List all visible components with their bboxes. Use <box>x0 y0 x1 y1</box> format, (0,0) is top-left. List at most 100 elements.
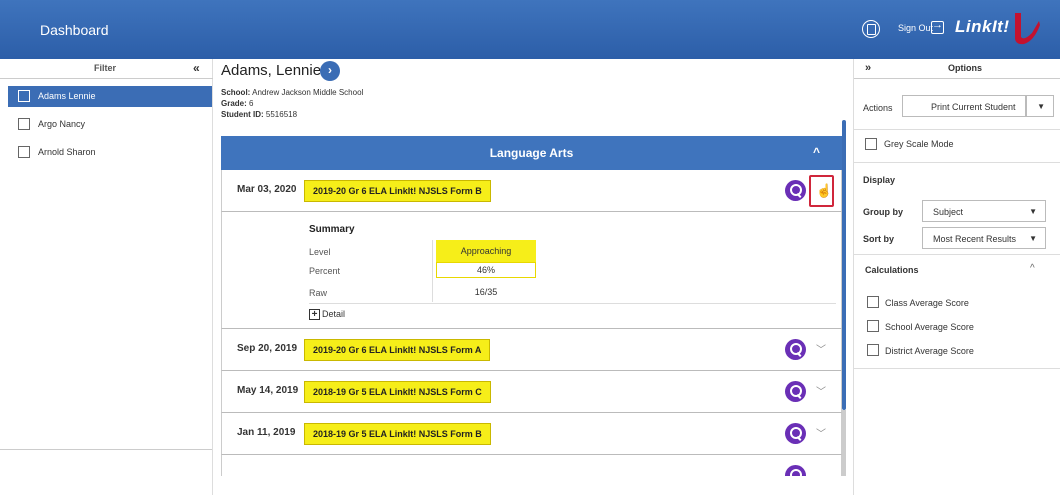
search-icon[interactable] <box>785 180 806 201</box>
student-checkbox[interactable] <box>18 90 30 102</box>
test-name-link[interactable]: 2019-20 Gr 6 ELA LinkIt! NJSLS Form A <box>304 339 491 361</box>
test-name-link[interactable]: 2019-20 Gr 6 ELA LinkIt! NJSLS Form B <box>304 180 491 202</box>
options-divider <box>854 162 1060 163</box>
actions-dropdown-button[interactable]: ▼ <box>1026 95 1054 117</box>
student-list-name: Adams Lennie <box>38 91 96 101</box>
actions-select[interactable]: Print Current Student <box>902 95 1026 117</box>
linkit-logo-text: LinkIt! <box>955 17 1010 36</box>
sign-out-icon[interactable] <box>931 19 944 34</box>
caret-down-icon: ▼ <box>1029 207 1037 216</box>
pdf-icon[interactable] <box>862 20 880 38</box>
level-label: Level <box>309 247 331 257</box>
student-checkbox[interactable] <box>18 118 30 130</box>
top-bar: Dashboard Sign Out LinkIt! <box>0 0 1060 59</box>
scrollbar-track[interactable] <box>842 410 846 476</box>
actions-label: Actions <box>863 103 893 113</box>
options-panel: » Options Actions Print Current Student … <box>853 59 1060 495</box>
collapse-filter-icon[interactable]: « <box>193 61 200 75</box>
chevron-down-icon[interactable]: ﹀ <box>816 341 826 356</box>
expand-options-icon[interactable]: » <box>865 62 871 74</box>
options-title: Options <box>948 63 982 73</box>
actions-select-value: Print Current Student <box>931 102 1016 112</box>
level-value: Approaching <box>436 240 536 262</box>
subject-title: Language Arts <box>489 146 574 160</box>
results-scroll-area[interactable]: Language Arts ^ Mar 03, 2020 2019-20 Gr … <box>221 136 848 476</box>
school-info: School: Andrew Jackson Middle School <box>221 88 364 97</box>
class-average-checkbox[interactable] <box>867 296 879 308</box>
detail-toggle[interactable]: + Detail <box>309 309 346 321</box>
district-average-label: District Average Score <box>885 346 974 356</box>
result-date: Mar 03, 2020 <box>237 184 297 195</box>
collapse-subject-icon[interactable]: ^ <box>813 145 820 159</box>
result-date: Jan 11, 2019 <box>237 427 296 438</box>
sort-by-label: Sort by <box>863 234 895 244</box>
filter-panel: Filter « Adams Lennie Argo Nancy Arnold … <box>0 59 213 495</box>
student-list-item[interactable]: Adams Lennie <box>8 86 212 107</box>
sort-by-select[interactable]: Most Recent Results ▼ <box>922 227 1046 249</box>
calculations-label[interactable]: Calculations <box>865 265 919 275</box>
caret-down-icon: ▼ <box>1037 102 1045 111</box>
test-name-link[interactable]: 2018-19 Gr 5 ELA LinkIt! NJSLS Form B <box>304 423 491 445</box>
search-icon[interactable] <box>785 339 806 360</box>
filter-title: Filter <box>94 63 117 73</box>
raw-value: 16/35 <box>474 287 498 297</box>
group-by-label: Group by <box>863 207 903 217</box>
raw-label: Raw <box>309 288 328 298</box>
search-icon[interactable] <box>785 465 806 476</box>
student-list-item[interactable]: Arnold Sharon <box>8 142 212 163</box>
result-row-partial <box>221 455 842 476</box>
scrollbar-thumb[interactable] <box>842 120 846 410</box>
collapse-row-button[interactable]: ☝ <box>809 175 834 207</box>
chevron-down-icon[interactable]: ﹀ <box>816 425 826 440</box>
hand-pointer-icon: ☝ <box>816 183 833 198</box>
result-row: Sep 20, 2019 2019-20 Gr 6 ELA LinkIt! NJ… <box>221 329 842 371</box>
search-icon[interactable] <box>785 381 806 402</box>
group-by-value: Subject <box>933 207 964 217</box>
result-row: May 14, 2019 2018-19 Gr 5 ELA LinkIt! NJ… <box>221 371 842 413</box>
summary-title: Summary <box>309 224 355 235</box>
collapse-calculations-icon[interactable]: ^ <box>1030 263 1035 274</box>
test-name-link[interactable]: 2018-19 Gr 5 ELA LinkIt! NJSLS Form C <box>304 381 491 403</box>
student-list-name: Argo Nancy <box>38 119 86 129</box>
options-divider <box>854 254 1060 255</box>
sign-out-link[interactable]: Sign Out <box>898 23 933 33</box>
result-row: Jan 11, 2019 2018-19 Gr 5 ELA LinkIt! NJ… <box>221 413 842 455</box>
result-row: Mar 03, 2020 2019-20 Gr 6 ELA LinkIt! NJ… <box>221 170 842 212</box>
summary-divider <box>432 240 433 302</box>
sort-by-value: Most Recent Results <box>933 234 1017 244</box>
display-label: Display <box>863 175 896 185</box>
class-average-label: Class Average Score <box>885 298 969 308</box>
search-icon[interactable] <box>785 423 806 444</box>
result-date: May 14, 2019 <box>237 385 299 396</box>
options-divider <box>854 368 1060 369</box>
grade-info: Grade: 6 <box>221 99 254 108</box>
caret-down-icon: ▼ <box>1029 234 1037 243</box>
student-list-item[interactable]: Argo Nancy <box>8 114 212 135</box>
grey-scale-checkbox[interactable] <box>865 138 877 150</box>
district-average-checkbox[interactable] <box>867 344 879 356</box>
student-list-name: Arnold Sharon <box>38 147 96 157</box>
school-average-checkbox[interactable] <box>867 320 879 332</box>
chevron-down-icon[interactable]: ﹀ <box>816 383 826 398</box>
summary-panel: Summary Level Percent Raw Approaching 46… <box>221 212 842 329</box>
school-average-label: School Average Score <box>885 322 974 332</box>
student-id-info: Student ID: 5516518 <box>221 110 298 119</box>
grey-scale-label: Grey Scale Mode <box>884 139 954 149</box>
student-name-heading: Adams, Lennie <box>221 62 322 79</box>
options-divider <box>854 129 1060 130</box>
filter-divider <box>0 449 212 450</box>
plus-icon: + <box>309 309 320 321</box>
result-date: Sep 20, 2019 <box>237 343 298 354</box>
linkit-logo-mark-icon <box>1015 13 1040 45</box>
detail-label: Detail <box>322 309 346 319</box>
percent-label: Percent <box>309 266 341 276</box>
group-by-select[interactable]: Subject ▼ <box>922 200 1046 222</box>
summary-separator <box>309 303 836 304</box>
options-header: » Options <box>854 59 1060 79</box>
dashboard-title[interactable]: Dashboard <box>40 22 109 38</box>
percent-value: 46% <box>436 262 536 278</box>
filter-header: Filter « <box>0 59 213 79</box>
next-student-button[interactable]: › <box>320 61 340 81</box>
student-checkbox[interactable] <box>18 146 30 158</box>
subject-header[interactable]: Language Arts ^ <box>221 136 842 170</box>
